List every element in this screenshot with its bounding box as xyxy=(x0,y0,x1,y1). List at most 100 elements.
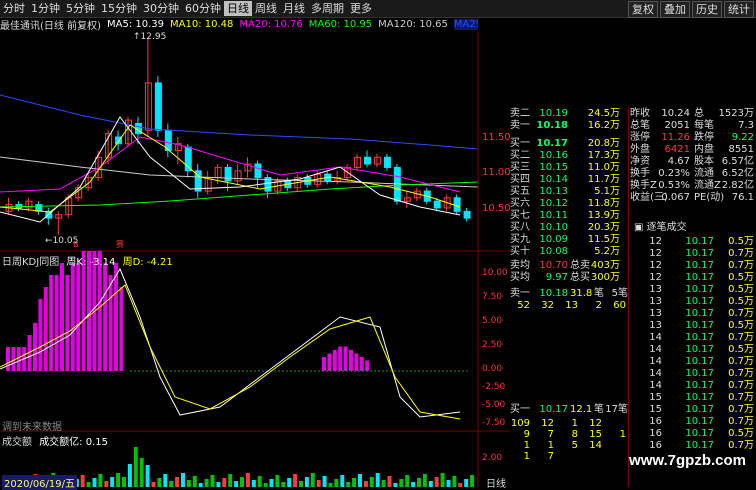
ma250-line xyxy=(0,94,479,150)
trade-volume: 0.7万 xyxy=(728,368,754,379)
volume-bar xyxy=(186,480,191,487)
stat-value: 11.26 xyxy=(661,132,690,143)
volume-bar xyxy=(352,478,357,487)
marker-b: B xyxy=(73,240,79,249)
period-tab-4[interactable]: 30分钟 xyxy=(140,1,182,16)
trade-price: 10.17 xyxy=(685,368,714,379)
kdj-bar xyxy=(327,353,332,371)
candle-body xyxy=(254,163,262,179)
stat-value: 0.53% xyxy=(658,180,690,191)
period-tab-8[interactable]: 月线 xyxy=(280,1,308,16)
kdj-bar xyxy=(365,360,370,371)
quote-row: 16 10.17 0.5万 xyxy=(508,428,756,440)
trade-time: 15 xyxy=(649,392,662,403)
candle-body xyxy=(154,82,162,131)
chart-area[interactable]: ↑12.95 ←10.05 B 赛 11.50 11.00 10.50 10.0… xyxy=(0,17,510,487)
volume-bar xyxy=(151,482,156,487)
kdj-bar xyxy=(11,347,16,371)
trade-time: 13 xyxy=(649,296,662,307)
buy-price: 10.10 xyxy=(539,222,568,233)
volume-bar xyxy=(375,473,380,487)
period-tab-3[interactable]: 15分钟 xyxy=(98,1,140,16)
volume-bar xyxy=(263,483,268,487)
kdj-bar xyxy=(65,275,70,371)
period-tab-5[interactable]: 60分钟 xyxy=(182,1,224,16)
footer-tab-daily[interactable]: 日线 xyxy=(486,475,506,490)
toolbar-right-button-3[interactable]: 统计 xyxy=(724,1,754,18)
kdj-bar xyxy=(354,353,359,371)
stat-label: 涨停 xyxy=(630,132,650,143)
period-tab-0[interactable]: 分时 xyxy=(0,1,28,16)
volume-bar xyxy=(310,473,315,487)
stat-value: 10.24 xyxy=(661,108,690,119)
volume-bar xyxy=(157,478,162,487)
trade-time: 14 xyxy=(649,380,662,391)
quote-row: 13 10.17 0.5万 xyxy=(508,296,756,308)
quote-row: 昨收 10.24 总 1523万 xyxy=(508,108,756,120)
toolbar-right-button-2[interactable]: 历史 xyxy=(692,1,722,18)
stat-value: 2051 xyxy=(664,120,690,131)
kdj-bar xyxy=(38,299,43,371)
stat-value: 4.67 xyxy=(667,156,690,167)
trade-time: 16 xyxy=(649,428,662,439)
volume-bar xyxy=(322,476,327,487)
volume-bar xyxy=(139,458,144,487)
kdj-panel xyxy=(0,251,470,420)
buy-level-label: 买八 xyxy=(510,222,530,233)
stat-label: 流通Z xyxy=(694,180,721,191)
kdj-bar xyxy=(114,263,118,371)
current-date: 2020/06/19/五 xyxy=(2,475,78,490)
trade-volume: 0.5万 xyxy=(728,272,754,283)
trade-time: 13 xyxy=(649,284,662,295)
trade-time: 12 xyxy=(649,260,662,271)
stat-label: 总笔 xyxy=(630,120,650,131)
trade-volume: 0.7万 xyxy=(728,392,754,403)
candle-body xyxy=(224,166,232,182)
period-tab-6[interactable]: 日线 xyxy=(224,1,252,16)
volume-bar xyxy=(422,474,427,487)
trade-time: 12 xyxy=(649,248,662,259)
volume-bar xyxy=(470,475,475,487)
kdj-bar xyxy=(332,350,337,371)
volume-bar xyxy=(387,476,392,487)
trade-volume: 0.7万 xyxy=(728,416,754,427)
trade-time: 13 xyxy=(649,320,662,331)
period-tab-9[interactable]: 多周期 xyxy=(308,1,347,16)
kdj-axis-75: 7.50 xyxy=(482,292,502,302)
toolbar-right-button-1[interactable]: 叠加 xyxy=(660,1,690,18)
kdj-bar xyxy=(103,263,108,371)
volume-bar xyxy=(133,447,138,487)
period-tab-7[interactable]: 周线 xyxy=(252,1,280,16)
trade-price: 10.17 xyxy=(685,296,714,307)
volume-bar xyxy=(234,481,239,487)
kdj-bar xyxy=(70,263,75,371)
volume-bar xyxy=(316,480,321,487)
quote-row: 14 10.17 0.5万 xyxy=(508,344,756,356)
stat-value: 0.23% xyxy=(658,168,690,179)
period-tab-2[interactable]: 5分钟 xyxy=(63,1,98,16)
kdj-bar xyxy=(49,275,54,371)
volume-bar xyxy=(434,477,439,487)
trade-price: 10.17 xyxy=(685,320,714,331)
price-axis-1050: 10.50 xyxy=(482,203,510,214)
quote-row: 13 10.17 0.7万 xyxy=(508,308,756,320)
period-tab-1[interactable]: 1分钟 xyxy=(28,1,63,16)
period-tab-10[interactable]: 更多 xyxy=(347,1,375,16)
volume-bar xyxy=(98,474,103,487)
volume-bar xyxy=(116,473,121,487)
quote-row: 买七 10.11 13.9万 xyxy=(508,210,756,222)
period-toolbar: 分时 1分钟 5分钟 15分钟 30分钟 60分钟 日线 周线 月线 多周期 更多 复权 叠加 历史 统计 xyxy=(0,0,756,18)
trade-price: 10.17 xyxy=(685,260,714,271)
trade-price: 10.17 xyxy=(685,428,714,439)
volume-bar xyxy=(328,483,333,487)
volume-bar xyxy=(452,476,457,487)
stat-label: 昨收 xyxy=(630,108,650,119)
kdj-bar xyxy=(97,251,102,371)
volume-bar xyxy=(304,477,309,487)
trade-time: 14 xyxy=(649,344,662,355)
trade-price: 10.17 xyxy=(685,404,714,415)
toolbar-right-button-0[interactable]: 复权 xyxy=(628,1,658,18)
trade-time: 16 xyxy=(649,440,662,451)
stat-value: 8551 xyxy=(728,144,754,155)
buy-price: 10.11 xyxy=(539,210,568,221)
